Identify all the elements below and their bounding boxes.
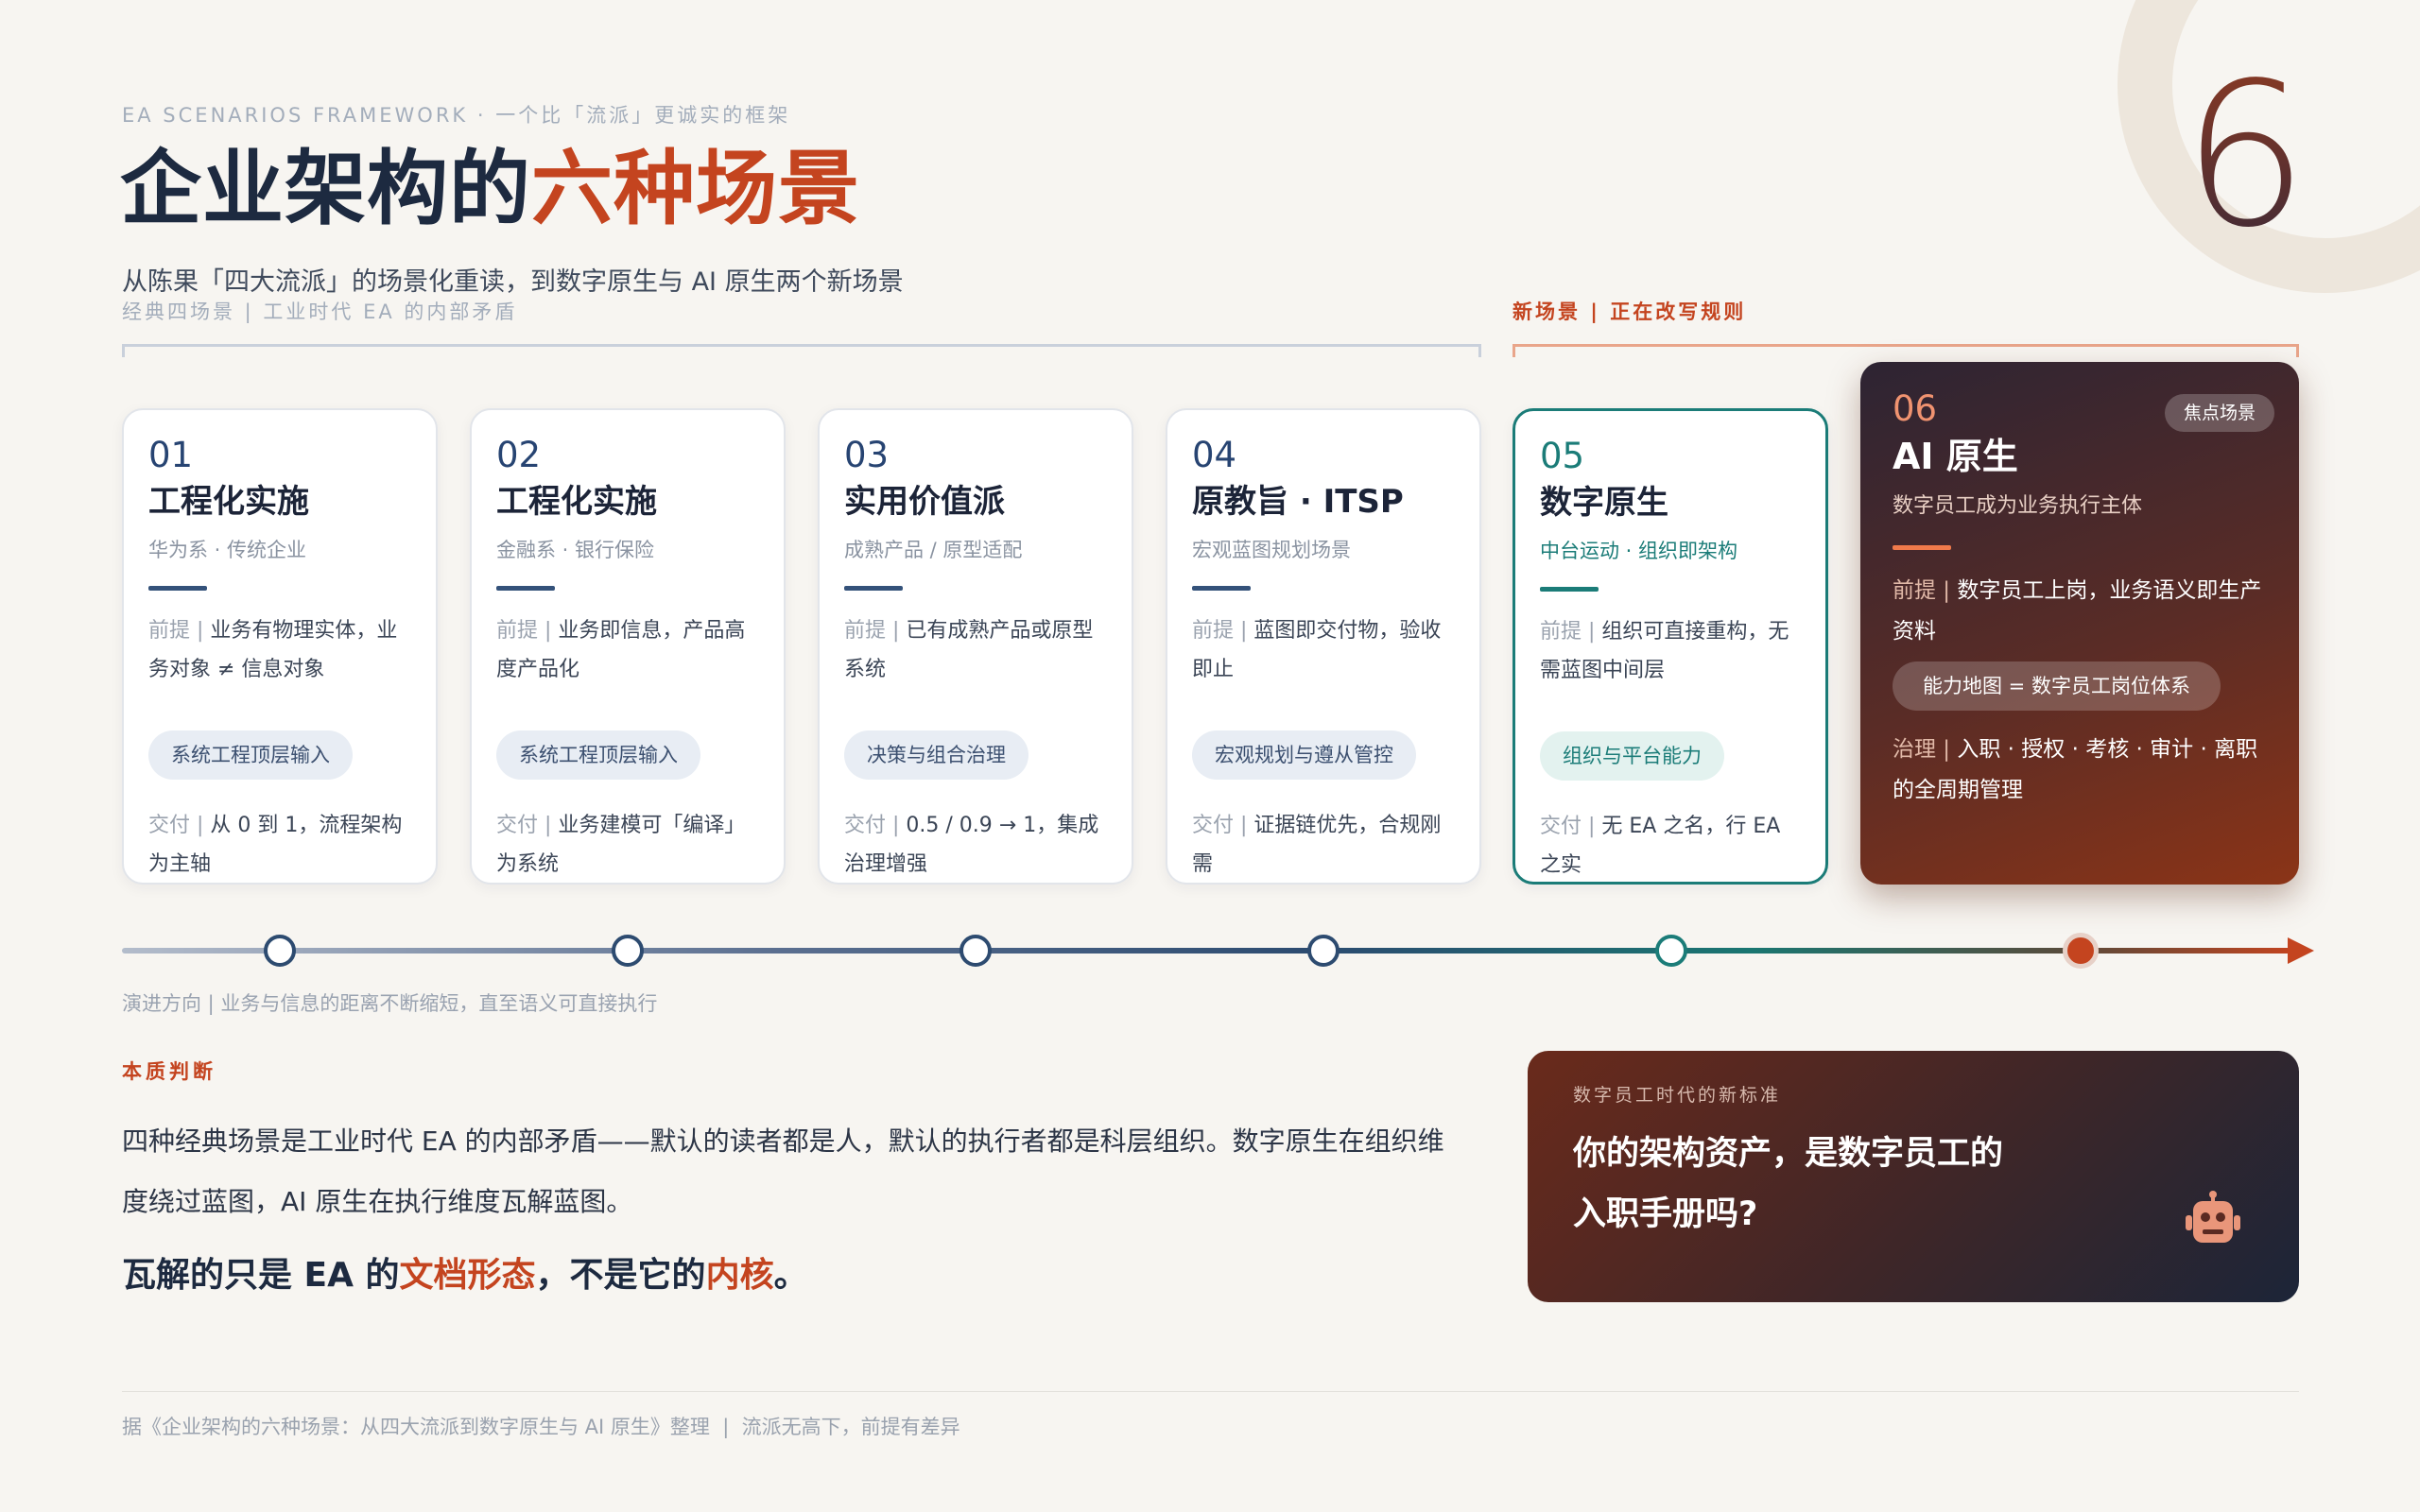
timeline-node-01 — [264, 935, 296, 967]
evolution-timeline — [122, 948, 2296, 954]
conclusion-highlight: 内核 — [705, 1256, 774, 1295]
scenario-card-04: 04 原教旨 · ITSP 宏观蓝图规划场景 前提 | 蓝图即交付物，验收即止 … — [1166, 408, 1481, 885]
scenario-card-05: 05 数字原生 中台运动 · 组织即架构 前提 | 组织可直接重构，无需蓝图中间… — [1512, 408, 1828, 885]
scenario-chip: 系统工程顶层输入 — [148, 730, 353, 780]
scenario-tag: 宏观蓝图规划场景 — [1192, 539, 1351, 561]
timeline-node-02 — [612, 935, 644, 967]
focus-badge: 焦点场景 — [2164, 394, 2274, 432]
timeline-node-06 — [2063, 933, 2099, 969]
scenario-chip: 组织与平台能力 — [1540, 731, 1724, 781]
scenario-number: 02 — [496, 435, 542, 475]
scenario-governance: 治理 | 入职 · 授权 · 考核 · 审计 · 离职的全周期管理 — [1893, 730, 2267, 811]
conclusion-highlight: 文档形态 — [399, 1256, 536, 1295]
premise-label: 前提 | — [496, 619, 552, 643]
premise-label: 前提 | — [1893, 578, 1951, 603]
title-accent: 六种场景 — [531, 142, 860, 236]
eyebrow: EA SCENARIOS FRAMEWORK · 一个比「流派」更诚实的框架 — [122, 104, 791, 127]
robot-icon — [2182, 1191, 2244, 1257]
callout-line-1: 你的架构资产，是数字员工的 — [1573, 1135, 2004, 1173]
page-subtitle: 从陈果「四大流派」的场景化重读，到数字原生与 AI 原生两个新场景 — [122, 267, 904, 297]
scenario-name: 工程化实施 — [148, 483, 309, 521]
timeline-caption: 演进方向 | 业务与信息的距离不断缩短，直至语义可直接执行 — [122, 992, 658, 1015]
scenario-number: 05 — [1540, 436, 1585, 476]
scenario-chip: 系统工程顶层输入 — [496, 730, 700, 780]
scenario-deliver: 交付 | 0.5 / 0.9 → 1，集成治理增强 — [844, 806, 1107, 884]
scenario-tag: 成熟产品 / 原型适配 — [844, 539, 1023, 561]
essence-conclusion: 瓦解的只是 EA 的文档形态，不是它的内核。 — [122, 1247, 808, 1297]
scenario-rule — [844, 586, 903, 591]
govern-label: 治理 | — [1893, 737, 1951, 762]
timeline-node-05 — [1655, 935, 1687, 967]
scenario-premise: 前提 | 蓝图即交付物，验收即止 — [1192, 611, 1455, 689]
scenario-deliver: 交付 | 无 EA 之名，行 EA 之实 — [1540, 807, 1801, 885]
title-main: 企业架构的 — [120, 142, 531, 236]
callout-question: 你的架构资产，是数字员工的 入职手册吗? — [1573, 1124, 2254, 1245]
scenario-deliver: 交付 | 业务建模可「编译」为系统 — [496, 806, 759, 884]
deliver-label: 交付 | — [496, 814, 552, 837]
conclusion-part: ，不是它的 — [535, 1256, 706, 1295]
scenario-tag: 金融系 · 银行保险 — [496, 539, 655, 561]
scenario-card-01: 01 工程化实施 华为系 · 传统企业 前提 | 业务有物理实体，业务对象 ≠ … — [122, 408, 438, 885]
scenario-chip: 决策与组合治理 — [844, 730, 1028, 780]
scenario-name: AI 原生 — [1893, 436, 2018, 477]
callout-eyebrow: 数字员工时代的新标准 — [1573, 1085, 1782, 1106]
scenario-rule — [1540, 587, 1599, 592]
big-number-six: 6 — [2174, 57, 2316, 255]
conclusion-part: 。 — [773, 1256, 808, 1295]
callout-card: 数字员工时代的新标准 你的架构资产，是数字员工的 入职手册吗? — [1528, 1051, 2299, 1302]
scenario-number: 01 — [148, 435, 194, 475]
scenario-name: 原教旨 · ITSP — [1192, 483, 1404, 521]
scenario-tag: 华为系 · 传统企业 — [148, 539, 307, 561]
timeline-node-04 — [1307, 935, 1340, 967]
premise-label: 前提 | — [844, 619, 900, 643]
timeline-node-03 — [959, 935, 992, 967]
scenario-card-06-focus: 06 焦点场景 AI 原生 数字员工成为业务执行主体 前提 | 数字员工上岗，业… — [1860, 362, 2299, 885]
bracket-classic — [122, 344, 1481, 357]
scenario-premise: 前提 | 业务即信息，产品高度产品化 — [496, 611, 759, 689]
timeline-arrow-icon — [2288, 937, 2314, 964]
scenario-name: 工程化实施 — [496, 483, 657, 521]
bracket-new — [1512, 344, 2299, 357]
scenario-chip: 能力地图 = 数字员工岗位体系 — [1893, 662, 2221, 711]
scenario-name: 实用价值派 — [844, 483, 1005, 521]
scenario-chip: 宏观规划与遵从管控 — [1192, 730, 1416, 780]
essence-body: 四种经典场景是工业时代 EA 的内部矛盾——默认的读者都是人，默认的执行者都是科… — [122, 1125, 1444, 1217]
scenario-rule — [1893, 545, 1951, 550]
scenario-deliver: 交付 | 证据链优先，合规刚需 — [1192, 806, 1455, 884]
scenario-tag: 数字员工成为业务执行主体 — [1893, 494, 2143, 518]
group-label-classic: 经典四场景 | 工业时代 EA 的内部矛盾 — [122, 301, 518, 323]
scenario-rule — [1192, 586, 1251, 591]
deliver-label: 交付 | — [844, 814, 900, 837]
premise-label: 前提 | — [148, 619, 204, 643]
scenario-premise: 前提 | 已有成熟产品或原型系统 — [844, 611, 1107, 689]
scenario-tag: 中台运动 · 组织即架构 — [1540, 540, 1738, 562]
scenario-number: 03 — [844, 435, 890, 475]
conclusion-part: 瓦解的只是 EA 的 — [122, 1256, 400, 1295]
scenario-premise: 前提 | 业务有物理实体，业务对象 ≠ 信息对象 — [148, 611, 411, 689]
premise-label: 前提 | — [1192, 619, 1248, 643]
scenario-deliver: 交付 | 从 0 到 1，流程架构为主轴 — [148, 806, 411, 884]
deliver-label: 交付 | — [148, 814, 204, 837]
scenario-rule — [496, 586, 555, 591]
scenario-rule — [148, 586, 207, 591]
callout-line-2: 入职手册吗? — [1573, 1195, 1758, 1233]
deliver-label: 交付 | — [1192, 814, 1248, 837]
scenario-premise: 前提 | 组织可直接重构，无需蓝图中间层 — [1540, 612, 1801, 690]
scenario-name: 数字原生 — [1540, 484, 1668, 522]
page-title: 企业架构的六种场景 — [120, 142, 860, 236]
scenario-card-03: 03 实用价值派 成熟产品 / 原型适配 前提 | 已有成熟产品或原型系统 决策… — [818, 408, 1133, 885]
premise-label: 前提 | — [1540, 620, 1596, 644]
footer-divider — [122, 1391, 2299, 1392]
deliver-label: 交付 | — [1540, 815, 1596, 838]
footer-source: 据《企业架构的六种场景：从四大流派到数字原生与 AI 原生》整理 | 流派无高下… — [122, 1416, 960, 1438]
scenario-number: 04 — [1192, 435, 1237, 475]
scenario-premise: 前提 | 数字员工上岗，业务语义即生产资料 — [1893, 571, 2267, 652]
essence-label: 本质判断 — [122, 1060, 216, 1083]
scenario-card-02: 02 工程化实施 金融系 · 银行保险 前提 | 业务即信息，产品高度产品化 系… — [470, 408, 786, 885]
group-label-new: 新场景 | 正在改写规则 — [1512, 301, 1747, 323]
